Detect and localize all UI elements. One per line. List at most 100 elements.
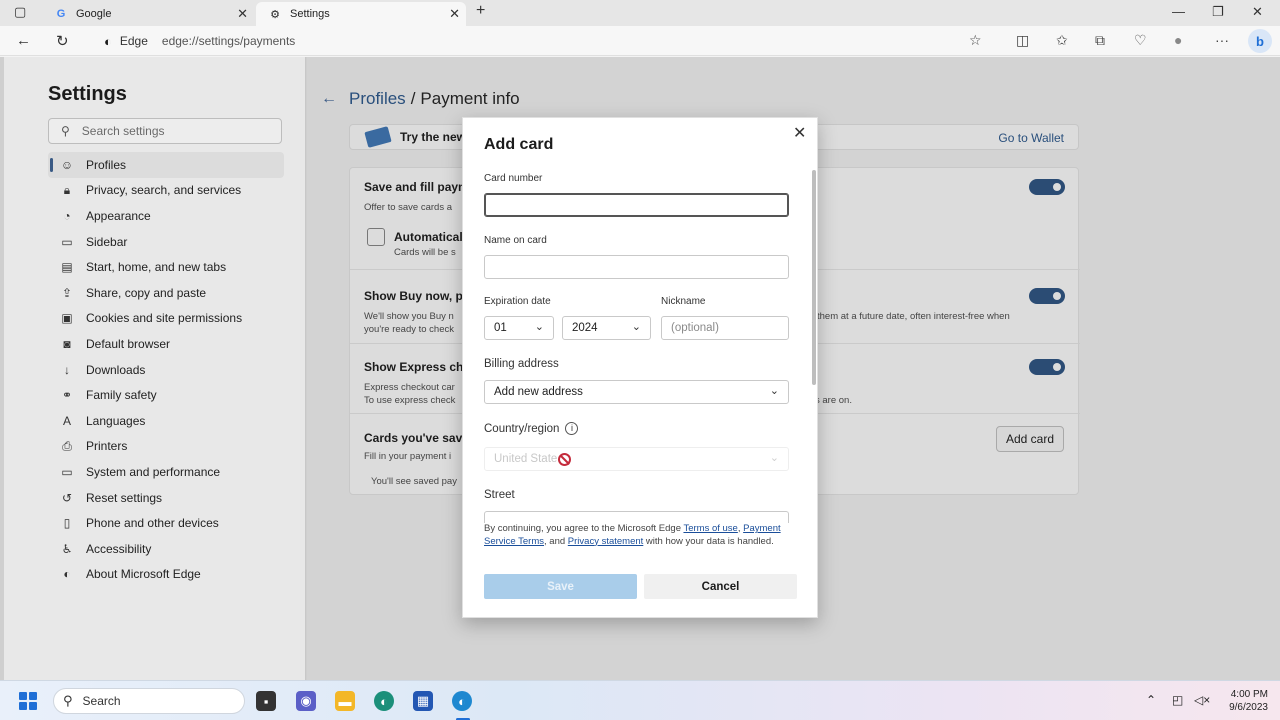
billing-address-select[interactable]: Add new address ⌄ — [484, 380, 789, 404]
sidebar-item-phone[interactable]: ▯ Phone and other devices — [48, 510, 284, 536]
sidebar-item-languages[interactable]: A Languages — [48, 408, 284, 434]
sidebar-item-family-safety[interactable]: ⚭ Family safety — [48, 382, 284, 408]
tab-google[interactable]: G Google ✕ — [42, 2, 254, 26]
minimize-icon[interactable]: — — [1172, 4, 1185, 19]
sidebar-item-downloads[interactable]: ↓ Downloads — [48, 357, 284, 383]
sidebar-item-label: System and performance — [86, 464, 221, 479]
sidebar-item-label: Privacy, search, and services — [86, 183, 242, 198]
sidebar-item-privacy[interactable]: 🔒︎ Privacy, search, and services — [48, 178, 284, 204]
new-tab-button[interactable]: + — [476, 2, 485, 20]
store-icon[interactable]: ▦ — [413, 691, 433, 711]
edge-dev-icon[interactable]: ◐ — [374, 691, 394, 711]
profile-avatar-icon[interactable]: ● — [1174, 32, 1182, 48]
expiration-label: Expiration date — [484, 296, 551, 307]
gear-icon: ⚙ — [270, 8, 280, 21]
country-region-select[interactable]: United State ⌄ — [484, 447, 789, 471]
windows-start-icon[interactable] — [19, 692, 37, 710]
sidebar-item-label: Sidebar — [86, 234, 128, 249]
tab-actions-icon[interactable]: ▢ — [14, 4, 26, 20]
close-tab-icon[interactable]: ✕ — [237, 6, 248, 22]
sidebar-item-cookies[interactable]: ▣ Cookies and site permissions — [48, 306, 284, 332]
nickname-placeholder: (optional) — [671, 322, 719, 334]
street-input[interactable] — [484, 511, 789, 523]
sidebar-item-appearance[interactable]: ◔ Appearance — [48, 203, 284, 229]
buy-now-toggle[interactable] — [1029, 288, 1065, 304]
teams-chat-icon[interactable]: ◉ — [296, 691, 316, 711]
family-icon: ⚭ — [61, 388, 73, 403]
country-label-row: Country/region i — [484, 422, 579, 435]
more-options-icon[interactable]: ··· — [1215, 32, 1229, 48]
sidebar-item-system[interactable]: ▭ System and performance — [48, 459, 284, 485]
buy-now-desc: We'll show you Buy n — [364, 311, 454, 322]
back-icon[interactable]: ← — [16, 32, 31, 49]
refresh-icon[interactable]: ↻ — [56, 32, 69, 50]
settings-sidebar: Settings ⚲ Search settings ☺ Profiles 🔒︎ P… — [4, 57, 306, 680]
back-arrow-icon[interactable]: ← — [321, 90, 337, 108]
add-card-button[interactable]: Add card — [996, 426, 1064, 452]
nickname-input[interactable]: (optional) — [661, 316, 789, 340]
chevron-up-icon[interactable]: ⌃ — [1146, 693, 1156, 707]
sidebar-item-about[interactable]: ◐ About Microsoft Edge — [48, 562, 284, 588]
sidebar-item-share[interactable]: ⇪ Share, copy and paste — [48, 280, 284, 306]
card-number-input[interactable] — [484, 193, 789, 217]
sidebar-item-profiles[interactable]: ☺ Profiles — [48, 152, 284, 178]
sidebar-item-default-browser[interactable]: ◙ Default browser — [48, 331, 284, 357]
sidebar-item-printers[interactable]: ⎙ Printers — [48, 434, 284, 460]
clock[interactable]: 4:00 PM 9/6/2023 — [1218, 688, 1268, 714]
exp-month-select[interactable]: 01 ⌄ — [484, 316, 554, 340]
close-window-icon[interactable]: ✕ — [1252, 4, 1263, 20]
volume-icon[interactable]: ◁× — [1194, 693, 1210, 707]
legal-text: , — [737, 523, 741, 534]
save-button[interactable]: Save — [484, 574, 637, 599]
go-to-wallet-link[interactable]: Go to Wallet — [998, 131, 1064, 145]
auto-save-checkbox[interactable] — [367, 228, 385, 246]
tab-settings[interactable]: ⚙ Settings ✕ — [256, 2, 466, 26]
split-screen-icon[interactable]: ◫ — [1016, 32, 1029, 49]
name-on-card-input[interactable] — [484, 255, 789, 279]
browser-essentials-icon[interactable]: ♡ — [1134, 32, 1147, 49]
exp-year-select[interactable]: 2024 ⌄ — [562, 316, 651, 340]
sidebar-item-label: Appearance — [86, 208, 151, 223]
share-icon: ⇪ — [61, 285, 73, 300]
favorites-icon[interactable]: ✩ — [1056, 32, 1068, 49]
save-fill-toggle[interactable] — [1029, 179, 1065, 195]
privacy-statement-link[interactable]: Privacy statement — [568, 536, 644, 547]
sidebar-item-sidebar[interactable]: ▭ Sidebar — [48, 229, 284, 255]
restore-icon[interactable]: ❐ — [1212, 4, 1224, 20]
collections-icon[interactable]: ⧉ — [1095, 32, 1105, 49]
sidebar-item-label: Share, copy and paste — [86, 285, 207, 300]
sidebar-item-reset[interactable]: ↺ Reset settings — [48, 485, 284, 511]
sidebar-item-start-home[interactable]: ▤ Start, home, and new tabs — [48, 254, 284, 280]
express-toggle[interactable] — [1029, 359, 1065, 375]
settings-title: Settings — [48, 83, 127, 105]
country-region-label: Country/region — [484, 422, 560, 435]
file-explorer-icon[interactable]: ▬ — [335, 691, 355, 711]
terms-of-use-link[interactable]: Terms of use — [683, 523, 737, 534]
lock-icon: 🔒︎ — [63, 182, 71, 197]
taskbar-search[interactable]: ⚲ Search — [53, 688, 245, 714]
sidebar-item-label: Downloads — [86, 362, 146, 377]
bing-chat-icon[interactable]: b — [1248, 29, 1272, 53]
address-bar[interactable]: ◐ Edge edge://settings/payments — [96, 29, 996, 53]
search-settings-input[interactable]: ⚲ Search settings — [48, 118, 282, 144]
close-icon[interactable]: ✕ — [793, 123, 806, 143]
sidebar-item-accessibility[interactable]: ♿︎ Accessibility — [48, 536, 284, 562]
address-url[interactable]: edge://settings/payments — [162, 34, 295, 48]
profile-icon: ☺ — [60, 157, 74, 172]
chevron-down-icon: ⌄ — [769, 385, 779, 397]
sidebar-item-label: Default browser — [86, 336, 171, 351]
dialog-scrollbar[interactable] — [812, 170, 816, 385]
search-placeholder: Search settings — [81, 124, 165, 138]
chevron-down-icon: ⌄ — [534, 321, 544, 333]
breadcrumb-profiles-link[interactable]: Profiles — [349, 89, 406, 109]
favorite-star-icon[interactable]: ☆ — [969, 32, 982, 49]
task-view-icon[interactable]: ▪ — [256, 691, 276, 711]
info-icon[interactable]: i — [565, 422, 579, 435]
network-icon[interactable]: ◰ — [1172, 693, 1183, 707]
phone-icon: ▯ — [63, 516, 71, 531]
edge-taskbar-icon[interactable]: ◐ — [452, 691, 472, 711]
close-tab-icon[interactable]: ✕ — [449, 6, 460, 22]
cancel-button[interactable]: Cancel — [644, 574, 797, 599]
sidebar-icon: ▭ — [61, 234, 73, 249]
auto-title: Automatical — [394, 230, 463, 244]
